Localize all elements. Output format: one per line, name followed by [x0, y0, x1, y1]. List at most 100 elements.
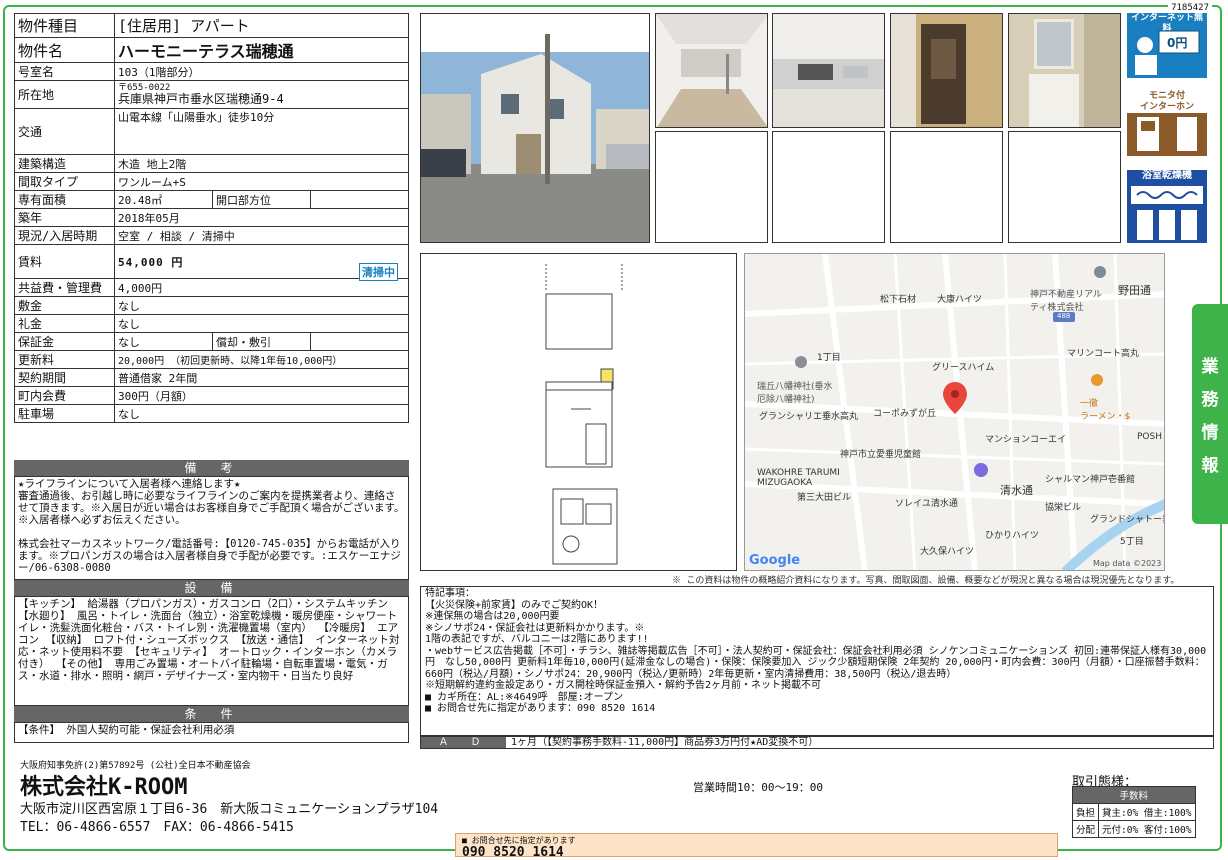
map-label-1: 松下石材	[880, 295, 917, 305]
bathroom-photo[interactable]	[890, 13, 1003, 128]
value-parking: なし	[114, 404, 409, 423]
row-rent: 賃料 54,000 円	[14, 244, 409, 279]
label-parking: 駐車場	[14, 404, 115, 423]
row-address: 所在地 〒655-0022 兵庫県神戸市垂水区瑞穂通9-4	[14, 80, 409, 109]
row-key-money: 礼金 なし	[14, 314, 409, 333]
side-tab-char-3: 情	[1201, 423, 1219, 443]
map-label-20: 清水通	[1000, 484, 1033, 497]
location-map[interactable]: 松下石材 大康ハイツ 神戸不動産リアル ティ株式会社 野田通 488 1丁目 グ…	[744, 253, 1165, 571]
map-label-6: 1丁目	[817, 353, 841, 363]
row-name: 物件名 ハーモニーテラス瑞穂通	[14, 37, 409, 63]
map-label-24: 5丁目	[1120, 537, 1144, 547]
row-status: 現況/入居時期 空室 / 相談 / 清掃中	[14, 226, 409, 245]
map-label-19: ソレイユ清水通	[895, 499, 958, 509]
map-attribution: Map data ©2023	[1093, 559, 1162, 568]
bathroom-image	[891, 14, 1002, 127]
empty-photo-slot-3	[890, 131, 1003, 243]
label-access: 交通	[14, 108, 115, 155]
remarks-text: ★ライフラインについて入居者様へ連絡します★ 審査通過後、お引越し時に必要なライ…	[14, 476, 409, 580]
map-label-10: 一徹 ラーメン・$	[1080, 399, 1131, 422]
map-label-25: 大久保ハイツ	[920, 547, 974, 557]
fee-header-row: 手数料	[1072, 786, 1196, 804]
label-address: 所在地	[14, 80, 115, 109]
map-label-18: 第三大田ビル	[797, 493, 852, 503]
contact-phone[interactable]: 090 8520 1614	[462, 845, 564, 860]
value-access: 山電本線「山陽垂水」徒歩10分	[114, 108, 409, 155]
ad-label: Ａ Ｄ	[421, 737, 506, 748]
map-label-14: マンションコーエイ	[985, 435, 1067, 445]
row-renewal: 更新料 20,000円 （初回更新時、以降1年毎10,000円）	[14, 350, 409, 369]
business-info-tab[interactable]: 業 務 情 報	[1192, 304, 1228, 524]
kitchen-image	[773, 14, 884, 127]
internet-free-icon: インターネット無料 0円	[1127, 13, 1207, 78]
label-type: 物件種目	[14, 13, 115, 38]
google-logo: Google	[749, 553, 801, 568]
empty-photo-slot-2	[772, 131, 885, 243]
label-layout: 間取タイプ	[14, 172, 115, 191]
company-name: 株式会社K-ROOM	[20, 775, 188, 800]
value-common-fee: 4,000円	[114, 278, 409, 297]
row-structure: 建築構造 木造 地上2階	[14, 154, 409, 173]
building-exterior-photo[interactable]	[420, 13, 650, 243]
value-structure: 木造 地上2階	[114, 154, 409, 173]
row-built: 築年 2018年05月	[14, 208, 409, 227]
map-label-13: 神戸市立愛垂児童館	[840, 450, 922, 460]
special-notes: 特記事項： 【火災保険+前家賃】のみでご契約OK！ ※連保無の場合は20,000…	[420, 586, 1214, 736]
map-label-16: WAKOHRE TARUMI MIZUGAOKA	[757, 468, 840, 488]
cleaning-badge: 清掃中	[359, 263, 398, 281]
side-tab-char-4: 報	[1201, 456, 1219, 476]
value-name: ハーモニーテラス瑞穂通	[114, 37, 409, 63]
fee-row-label: 分配	[1071, 820, 1100, 838]
value-built: 2018年05月	[114, 208, 409, 227]
value-renewal: 20,000円 （初回更新時、以降1年毎10,000円）	[114, 350, 409, 369]
value-layout: ワンルーム+S	[114, 172, 409, 191]
map-label-3: 神戸不動産リアル ティ株式会社	[1030, 290, 1102, 313]
value-guarantee: なし	[114, 332, 213, 351]
property-table: 物件種目 [住居用] アパート 物件名 ハーモニーテラス瑞穂通 号室名 103（…	[14, 13, 409, 423]
monitor-intercom-icon: モニタ付 インターホン	[1127, 91, 1207, 156]
washbasin-image	[1009, 14, 1120, 127]
value-deposit: なし	[114, 296, 409, 315]
fee-row-value: 元付:0% 客付:100%	[1098, 820, 1196, 838]
row-type: 物件種目 [住居用] アパート	[14, 13, 409, 38]
equipment-heading: 設 備	[14, 580, 409, 596]
row-area: 専有面積 20.48㎡ 開口部方位	[14, 190, 409, 209]
empty-photo-slot-4	[1008, 131, 1121, 243]
map-label-2: 大康ハイツ	[937, 295, 982, 305]
map-label-7: グリースハイム	[932, 363, 995, 373]
remarks-heading: 備 考	[14, 460, 409, 476]
value-area: 20.48㎡	[114, 190, 213, 209]
bathroom-dryer-graphic	[1131, 186, 1203, 240]
fee-row-label: 負担	[1071, 803, 1100, 821]
value-room: 103（1階部分）	[114, 62, 409, 81]
interior-loft-photo[interactable]	[655, 13, 768, 128]
row-common-fee: 共益費・管理費 4,000円	[14, 278, 409, 297]
label-orientation: 開口部方位	[212, 190, 311, 209]
value-type: [住居用] アパート	[114, 13, 409, 38]
row-layout: 間取タイプ ワンルーム+S	[14, 172, 409, 191]
map-label-12: コーポみずが丘	[873, 409, 937, 419]
contact-box: ■ お問合せ先に指定があります 090 8520 1614	[455, 833, 1058, 860]
svg-text:0円: 0円	[1167, 36, 1187, 50]
map-label-4: 野田通	[1118, 284, 1151, 297]
monitor-intercom-graphic	[1137, 117, 1197, 151]
side-tab-char-2: 務	[1201, 390, 1219, 410]
label-built: 築年	[14, 208, 115, 227]
map-label-9: 瑞丘八幡神社(垂水 厄除八幡神社)	[757, 382, 833, 405]
kitchen-photo[interactable]	[772, 13, 885, 128]
value-amortization	[310, 332, 409, 351]
floor-plan[interactable]	[420, 253, 737, 571]
empty-photo-slot-1	[655, 131, 768, 243]
map-label-5: 488	[1057, 312, 1071, 320]
fee-table: 手数料 負担 貸主:0% 借主:100% 分配 元付:0% 客付:100%	[1071, 786, 1196, 838]
internet-free-graphic: 0円	[1135, 30, 1200, 75]
ad-row: Ａ Ｄ 1ヶ月（【契約事務手数料-11,000円】商品券3万円付★AD変換不可）	[420, 736, 1214, 749]
label-amortization: 償却・敷引	[212, 332, 311, 351]
value-status: 空室 / 相談 / 清掃中	[114, 226, 409, 245]
map-label-11: グランシャリエ垂水高丸	[759, 412, 859, 422]
map-label-17: シャルマン神戸壱番館	[1045, 475, 1136, 485]
row-town-fee: 町内会費 300円（月額）	[14, 386, 409, 405]
label-common-fee: 共益費・管理費	[14, 278, 115, 297]
washbasin-photo[interactable]	[1008, 13, 1121, 128]
bathroom-dryer-icon: 浴室乾燥機	[1127, 170, 1207, 243]
